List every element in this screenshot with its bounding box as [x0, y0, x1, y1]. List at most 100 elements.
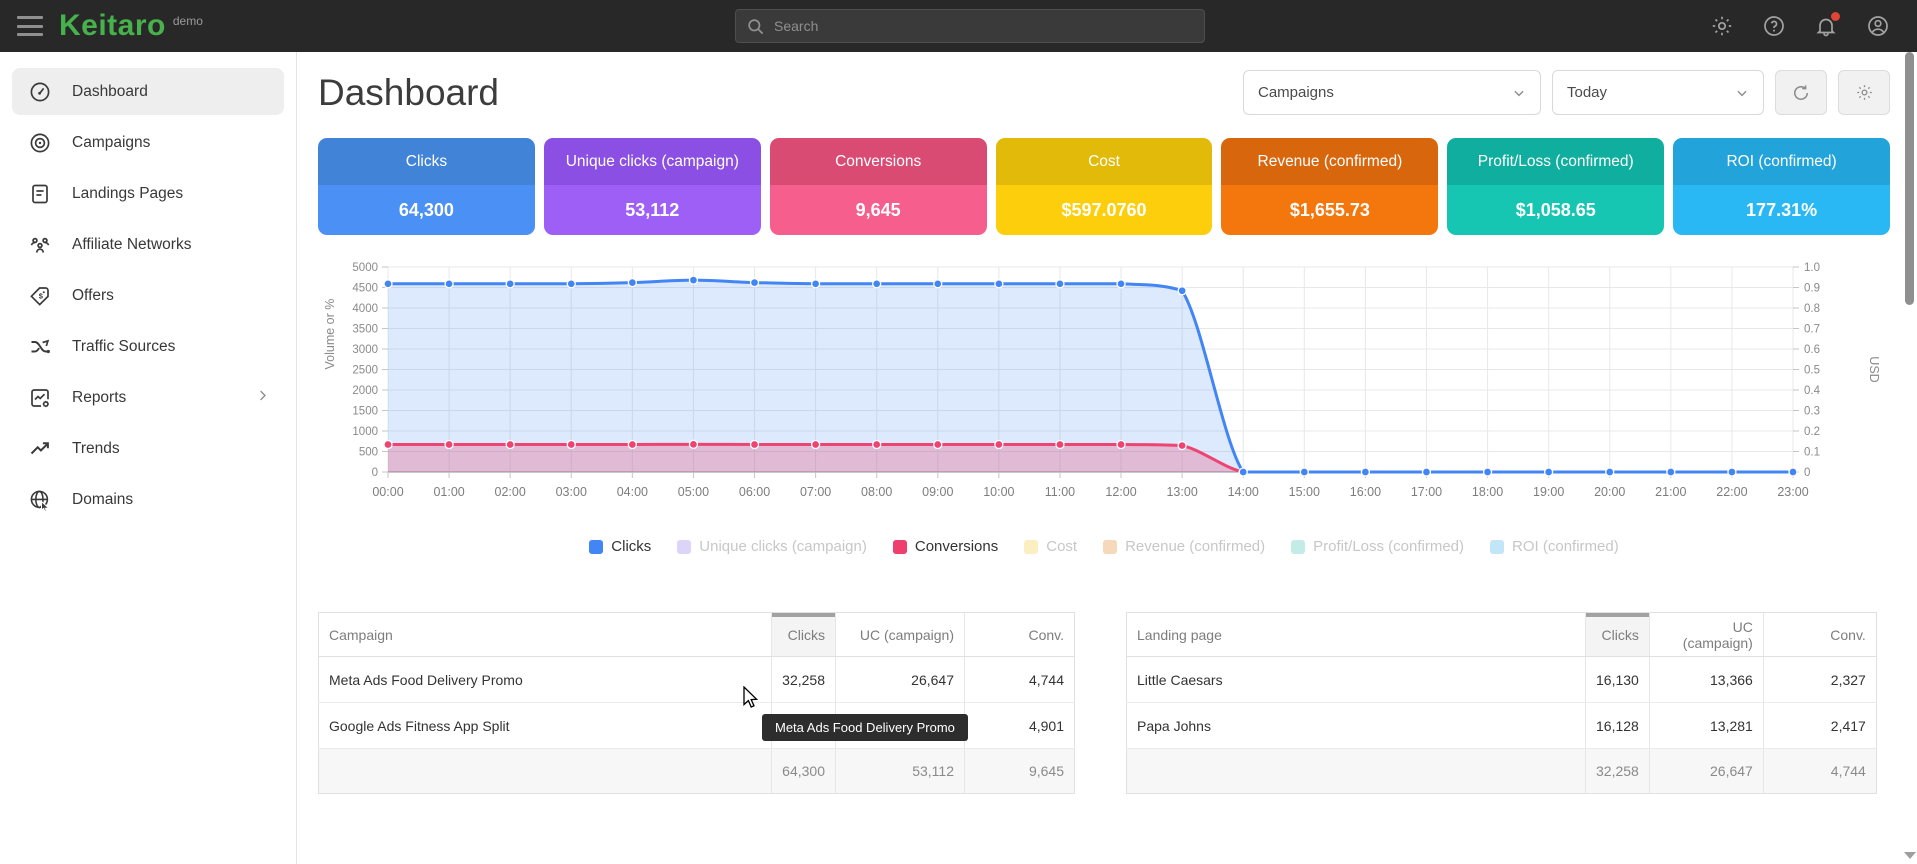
gear-icon [1855, 83, 1874, 102]
svg-text:21:00: 21:00 [1655, 485, 1686, 499]
sidebar-item-trends[interactable]: Trends [12, 425, 284, 472]
traffic-chart: 0500100015002000250030003500400045005000… [318, 257, 1890, 555]
metric-card-roi-confirmed-[interactable]: ROI (confirmed)177.31% [1673, 138, 1890, 235]
column-header-clicks[interactable]: Clicks [1586, 613, 1650, 657]
legend-item-unique-clicks-campaign-[interactable]: Unique clicks (campaign) [677, 538, 867, 555]
legend-item-cost[interactable]: Cost [1024, 538, 1077, 555]
sidebar-item-label: Reports [72, 389, 126, 407]
page-scrollbar[interactable] [1903, 52, 1917, 864]
metric-card-conversions[interactable]: Conversions9,645 [770, 138, 987, 235]
user-icon[interactable] [1866, 14, 1890, 38]
table-cell: 13,366 [1649, 657, 1763, 703]
sidebar-item-reports[interactable]: Reports [12, 374, 284, 421]
svg-text:0.6: 0.6 [1804, 344, 1820, 356]
column-header-conv-[interactable]: Conv. [1763, 613, 1876, 657]
sidebar-item-dashboard[interactable]: Dashboard [12, 68, 284, 115]
svg-text:3000: 3000 [352, 344, 378, 356]
table-cell: 4,744 [965, 657, 1075, 703]
svg-text:0: 0 [372, 467, 378, 479]
app-logo[interactable]: Keitaro [59, 9, 166, 43]
search-input[interactable] [774, 18, 1194, 34]
legend-item-profit-loss-confirmed-[interactable]: Profit/Loss (confirmed) [1291, 538, 1464, 555]
table-cell: 4,901 [965, 703, 1075, 749]
menu-icon[interactable] [17, 16, 43, 36]
scrollbar-down-arrow[interactable] [1904, 852, 1916, 859]
legend-swatch [1291, 540, 1305, 554]
sidebar-item-label: Landings Pages [72, 185, 183, 203]
help-icon[interactable] [1762, 14, 1786, 38]
refresh-button[interactable] [1775, 70, 1827, 115]
table-cell: Papa Johns [1127, 703, 1586, 749]
metric-card-cost[interactable]: Cost$597.0760 [996, 138, 1213, 235]
table-row[interactable]: Little Caesars16,13013,3662,327 [1127, 657, 1877, 703]
search-box[interactable] [735, 9, 1205, 43]
affiliate-icon [28, 233, 52, 257]
column-header-landing-page[interactable]: Landing page [1127, 613, 1586, 657]
total-cell: 53,112 [836, 749, 965, 794]
daterange-select-value: Today [1567, 84, 1607, 101]
sidebar-item-label: Offers [72, 287, 114, 305]
legend-label: Clicks [611, 538, 651, 555]
svg-text:06:00: 06:00 [739, 485, 770, 499]
svg-text:15:00: 15:00 [1289, 485, 1320, 499]
sidebar-item-traffic-sources[interactable]: Traffic Sources [12, 323, 284, 370]
legend-item-revenue-confirmed-[interactable]: Revenue (confirmed) [1103, 538, 1265, 555]
total-cell: 26,647 [1649, 749, 1763, 794]
sidebar-item-campaigns[interactable]: Campaigns [12, 119, 284, 166]
column-header-campaign[interactable]: Campaign [319, 613, 772, 657]
sidebar: DashboardCampaigns Landings Pages Affiliat… [0, 52, 297, 864]
total-cell [1127, 749, 1586, 794]
column-header-uc-campaign-[interactable]: UC (campaign) [836, 613, 965, 657]
dashboard-icon [28, 80, 52, 104]
svg-text:0.4: 0.4 [1804, 385, 1821, 397]
sidebar-item-landings-pages[interactable]: Landings Pages [12, 170, 284, 217]
legend-item-conversions[interactable]: Conversions [893, 538, 998, 555]
table-row[interactable]: Papa Johns16,12813,2812,417 [1127, 703, 1877, 749]
legend-label: Revenue (confirmed) [1125, 538, 1265, 555]
env-label: demo [173, 14, 203, 28]
svg-text:1500: 1500 [352, 406, 378, 418]
metric-cards: Clicks64,300Unique clicks (campaign)53,1… [318, 138, 1890, 235]
daterange-select[interactable]: Today [1552, 70, 1764, 115]
chart-legend: Clicks Unique clicks (campaign) Conversion… [318, 538, 1890, 555]
legend-item-clicks[interactable]: Clicks [589, 538, 651, 555]
legend-label: Unique clicks (campaign) [699, 538, 867, 555]
legend-swatch [1024, 540, 1038, 554]
svg-text:08:00: 08:00 [861, 485, 892, 499]
metric-card-revenue-confirmed-[interactable]: Revenue (confirmed)$1,655.73 [1221, 138, 1438, 235]
bell-icon[interactable] [1814, 14, 1838, 38]
reports-icon [28, 386, 52, 410]
table-cell: 2,417 [1763, 703, 1876, 749]
column-header-clicks[interactable]: Clicks [772, 613, 836, 657]
sidebar-item-offers[interactable]: $Offers [12, 272, 284, 319]
metric-card-profit-loss-confirmed-[interactable]: Profit/Loss (confirmed)$1,058.65 [1447, 138, 1664, 235]
grouping-select[interactable]: Campaigns [1243, 70, 1541, 115]
grouping-select-value: Campaigns [1258, 84, 1334, 101]
scrollbar-thumb[interactable] [1905, 52, 1914, 305]
gear-icon[interactable] [1710, 14, 1734, 38]
svg-text:3500: 3500 [352, 324, 378, 336]
table-row[interactable]: Meta Ads Food Delivery Promo32,25826,647… [319, 657, 1075, 703]
table-cell: Google Ads Fitness App Split [319, 703, 772, 749]
totals-row: 32,25826,6474,744 [1127, 749, 1877, 794]
line-chart-canvas: 0500100015002000250030003500400045005000… [318, 257, 1883, 507]
column-header-conv-[interactable]: Conv. [965, 613, 1075, 657]
metric-card-unique-clicks-campaign-[interactable]: Unique clicks (campaign)53,112 [544, 138, 761, 235]
metric-card-value: 64,300 [318, 185, 535, 235]
dashboard-settings-button[interactable] [1838, 70, 1890, 115]
sidebar-item-affiliate-networks[interactable]: Affiliate Networks [12, 221, 284, 268]
chevron-down-icon [1735, 86, 1749, 100]
metric-card-clicks[interactable]: Clicks64,300 [318, 138, 535, 235]
metric-card-label: Cost [996, 138, 1213, 185]
sidebar-item-label: Trends [72, 440, 120, 458]
svg-text:09:00: 09:00 [922, 485, 953, 499]
campaigns-table: CampaignClicksUC (campaign)Conv.Meta Ads… [318, 612, 1075, 794]
svg-text:02:00: 02:00 [495, 485, 526, 499]
column-header-uc-campaign-[interactable]: UC (campaign) [1649, 613, 1763, 657]
landings-icon [28, 182, 52, 206]
legend-item-roi-confirmed-[interactable]: ROI (confirmed) [1490, 538, 1619, 555]
total-cell [319, 749, 772, 794]
sidebar-item-domains[interactable]: Domains [12, 476, 284, 523]
table-cell: 13,281 [1649, 703, 1763, 749]
refresh-icon [1791, 83, 1811, 103]
